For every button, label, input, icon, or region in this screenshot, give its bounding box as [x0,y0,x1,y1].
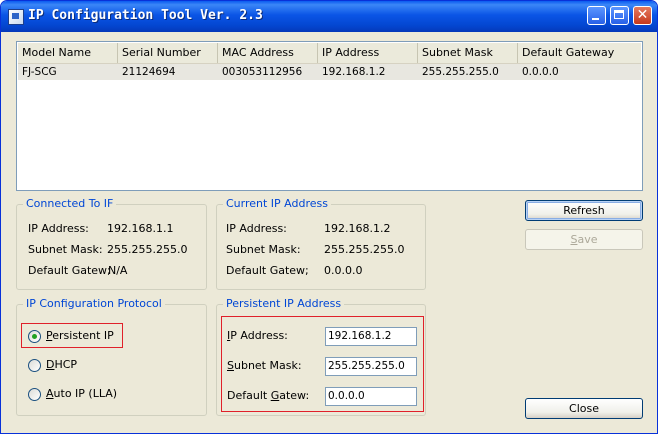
default-gateway-label: Default Gatew; [226,264,309,277]
auto-ip-label[interactable]: Auto IP (LLA) [46,387,117,401]
column-header-mac-address[interactable]: MAC Address [218,43,318,63]
title-bar[interactable]: IP Configuration Tool Ver. 2.3 ✕ [1,1,657,32]
group-title: Current IP Address [223,197,331,211]
cell-subnet-mask: 255.255.255.0 [422,66,499,78]
label-rest: P Address: [230,329,288,342]
save-button[interactable]: Save [525,229,643,250]
mnemonic: G [270,389,280,402]
persistent-ip-radio[interactable] [28,330,41,343]
label-rest: uto IP (LLA) [53,387,118,400]
ip-address-value: 192.168.1.1 [107,222,174,235]
subnet-mask-value: 255.255.255.0 [107,243,188,256]
dhcp-radio[interactable] [28,359,41,372]
app-window: IP Configuration Tool Ver. 2.3 ✕ Model N… [0,0,658,434]
cell-default-gateway: 0.0.0.0 [522,66,559,78]
persistent-ip-group: Persistent IP Address IP Address: 192.16… [216,297,426,416]
refresh-button[interactable]: Refresh [525,200,643,221]
window-title: IP Configuration Tool Ver. 2.3 [28,8,263,23]
column-header-subnet-mask[interactable]: Subnet Mask [418,43,518,63]
label-prefix: Default [227,389,271,402]
close-icon: ✕ [636,7,649,23]
default-gateway-label: Default Gatew: [227,389,309,403]
maximize-icon [614,10,624,19]
group-title: Connected To IF [23,197,117,211]
ip-address-label: IP Address: [227,329,288,343]
table-row[interactable]: FJ-SCG 21124694 003053112956 192.168.1.2… [18,64,641,80]
radio-selected-dot [32,334,37,339]
subnet-mask-label: Subnet Mask: [227,359,302,373]
device-list-header: Model Name Serial Number MAC Address IP … [18,43,641,65]
minimize-button[interactable] [587,6,606,25]
default-gateway-value: 0.0.0.0 [324,264,363,277]
current-ip-group: Current IP Address IP Address: 192.168.1… [216,197,426,290]
ip-address-label: IP Address: [28,222,89,235]
subnet-mask-label: Subnet Mask: [226,243,301,256]
subnet-mask-value: 255.255.255.0 [324,243,405,256]
maximize-button[interactable] [610,6,629,25]
cell-serial-number: 21124694 [122,66,176,78]
label-rest: ersistent IP [52,329,114,342]
persistent-ip-label[interactable]: Persistent IP [46,329,114,343]
group-title: Persistent IP Address [223,297,345,311]
ip-address-label: IP Address: [226,222,287,235]
auto-ip-radio[interactable] [28,388,41,401]
cell-ip-address: 192.168.1.2 [322,66,386,78]
ip-configuration-protocol-group: IP Configuration Protocol Persistent IP … [16,297,207,416]
default-gateway-label: Default Gatew; [28,264,111,277]
ip-address-value: 192.168.1.2 [324,222,391,235]
column-header-model-name[interactable]: Model Name [18,43,118,63]
cell-model-name: FJ-SCG [22,66,57,78]
persistent-subnet-mask-input[interactable]: 255.255.255.0 [325,357,417,376]
persistent-ip-address-input[interactable]: 192.168.1.2 [325,327,417,346]
column-header-serial-number[interactable]: Serial Number [118,43,218,63]
minimize-icon [592,18,599,20]
close-window-button[interactable]: ✕ [633,6,652,25]
column-header-default-gateway[interactable]: Default Gateway [518,43,641,63]
persistent-default-gateway-input[interactable]: 0.0.0.0 [325,387,417,406]
mnemonic: S [227,359,234,372]
close-button[interactable]: Close [525,398,643,419]
mnemonic: A [46,387,54,400]
label-rest: ave [577,233,598,246]
group-title: IP Configuration Protocol [23,297,165,311]
label-rest: ubnet Mask: [233,359,302,372]
default-gateway-value: N/A [108,264,128,277]
device-list[interactable]: Model Name Serial Number MAC Address IP … [16,41,643,191]
column-header-ip-address[interactable]: IP Address [318,43,418,63]
app-icon [8,9,24,25]
cell-mac-address: 003053112956 [222,66,303,78]
dhcp-label[interactable]: DHCP [46,358,77,372]
connected-to-if-group: Connected To IF IP Address: 192.168.1.1 … [16,197,207,290]
label-rest: HCP [54,358,78,371]
subnet-mask-label: Subnet Mask: [28,243,103,256]
label-rest: atew: [279,389,310,402]
